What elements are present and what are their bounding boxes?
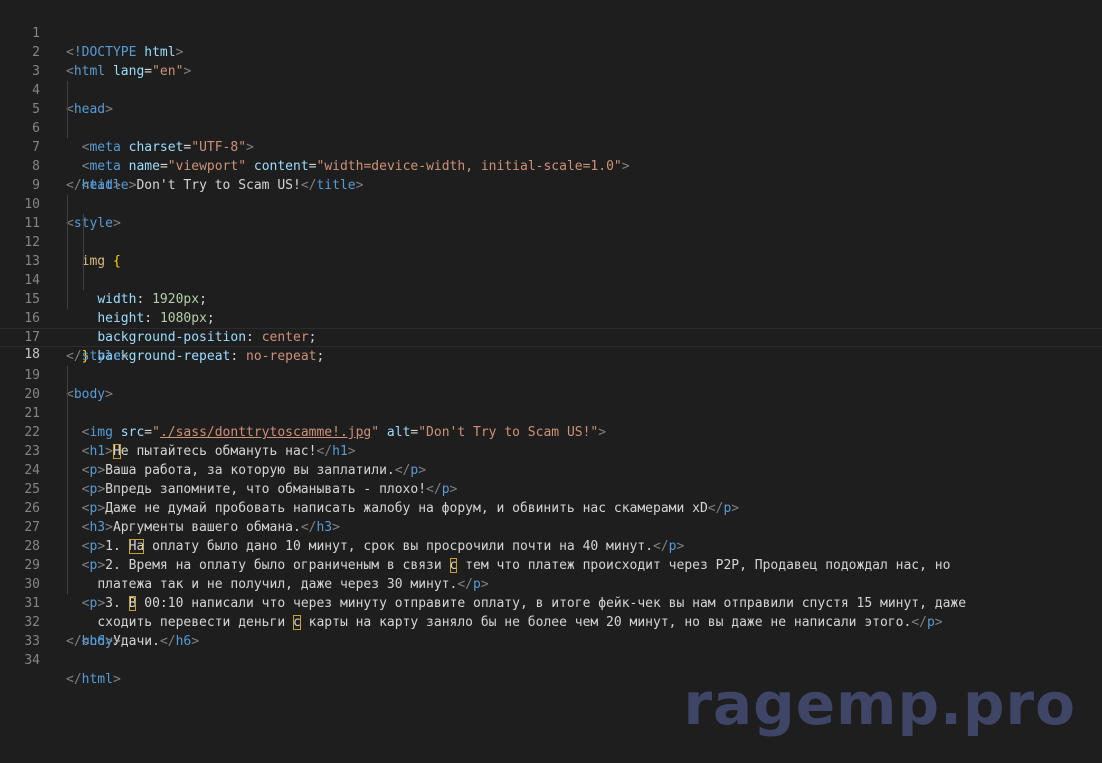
code-line[interactable]: 9: [0, 157, 1102, 193]
code-line[interactable]: 19 <body>: [0, 347, 1102, 402]
code-line[interactable]: 25 <h3>Аргументы вашего обмана.</h3>: [0, 461, 1102, 535]
indent-guide: [67, 480, 68, 499]
indent-guide: [67, 366, 68, 385]
code-line[interactable]: 10 <style>: [0, 176, 1102, 231]
code-line[interactable]: 8 </head>: [0, 138, 1102, 193]
code-line[interactable]: 22 <p>Ваша работа, за которую вы заплати…: [0, 404, 1102, 478]
watermark-logo: ragemp.pro: [683, 670, 1076, 738]
indent-guide: [67, 81, 68, 100]
indent-guide: [67, 195, 68, 214]
code-line[interactable]: 4 <head>: [0, 62, 1102, 117]
indent-guide: [67, 100, 68, 119]
code-line[interactable]: 11 img {: [0, 195, 1102, 269]
indent-guide: [67, 537, 68, 556]
code-line[interactable]: 12 width: 1920px;: [0, 214, 1102, 307]
code-line[interactable]: 7 <title>Don't Try to Scam US!</title>: [0, 119, 1102, 193]
code-editor[interactable]: 1 <!DOCTYPE html> 2 <html lang="en"> 3 4…: [0, 0, 1102, 763]
indent-guide: [67, 423, 68, 442]
code-line[interactable]: 17 </style>: [0, 309, 1102, 364]
code-line[interactable]: 3: [0, 43, 1102, 79]
indent-guide: [67, 290, 68, 309]
code-line[interactable]: 14 background-position: center;: [0, 252, 1102, 345]
code-line[interactable]: 24 <p>Даже не думай пробовать написать ж…: [0, 442, 1102, 516]
indent-guide: [67, 404, 68, 423]
code-line[interactable]: 33: [0, 613, 1102, 649]
editor-top-strip: [0, 0, 1102, 4]
code-line[interactable]: 34 </html>: [0, 632, 1102, 687]
indent-guide: [67, 461, 68, 480]
code-line[interactable]: 6 <meta name="viewport" content="width=d…: [0, 100, 1102, 174]
code-line[interactable]: 13 height: 1080px;: [0, 233, 1102, 326]
indent-guide: [83, 271, 84, 290]
code-line[interactable]: 5 <meta charset="UTF-8">: [0, 81, 1102, 155]
indent-guide: [67, 385, 68, 404]
indent-guide: [67, 233, 68, 252]
line-content: </html>: [66, 672, 121, 687]
code-line[interactable]: 15 background-repeat: no-repeat;: [0, 271, 1102, 364]
indent-guide: [67, 252, 68, 271]
indent-guide: [67, 499, 68, 518]
code-line[interactable]: 32 </body>: [0, 594, 1102, 649]
code-line[interactable]: 16 }: [0, 290, 1102, 364]
indent-guide: [67, 119, 68, 138]
indent-guide: [83, 233, 84, 252]
indent-guide: [67, 575, 68, 594]
indent-guide: [67, 271, 68, 290]
code-line[interactable]: 29 <p>3. В 00:10 написали что через мину…: [0, 537, 1102, 611]
code-line[interactable]: 30 сходить перевести деньги с карты на к…: [0, 556, 1102, 630]
code-line[interactable]: 26 <p>1. На оплату было дано 10 минут, с…: [0, 480, 1102, 554]
code-line[interactable]: 21 <h1>Не пытайтесь обмануть нас!</h1>: [0, 385, 1102, 459]
code-line-active[interactable]: 18: [0, 328, 1102, 362]
line-number: 34: [24, 653, 40, 668]
indent-guide: [67, 442, 68, 461]
code-line[interactable]: 1 <!DOCTYPE html>: [0, 5, 1102, 60]
code-line[interactable]: 28 платежа так и не получил, даже через …: [0, 518, 1102, 592]
indent-guide: [83, 214, 84, 233]
code-line[interactable]: 31 <h6>Удачи.</h6>: [0, 575, 1102, 649]
code-line[interactable]: 27 <p>2. Время на оплату было ограничены…: [0, 499, 1102, 573]
indent-guide: [67, 518, 68, 537]
editor-lines: 1 <!DOCTYPE html> 2 <html lang="en"> 3 4…: [0, 5, 1102, 687]
code-line[interactable]: 23 <p>Впредь запомните, что обманывать -…: [0, 423, 1102, 497]
indent-guide: [67, 214, 68, 233]
code-line[interactable]: 2 <html lang="en">: [0, 24, 1102, 79]
indent-guide: [83, 252, 84, 271]
indent-guide: [67, 556, 68, 575]
code-line[interactable]: 20 <img src="./sass/donttrytoscamme!.jpg…: [0, 366, 1102, 440]
